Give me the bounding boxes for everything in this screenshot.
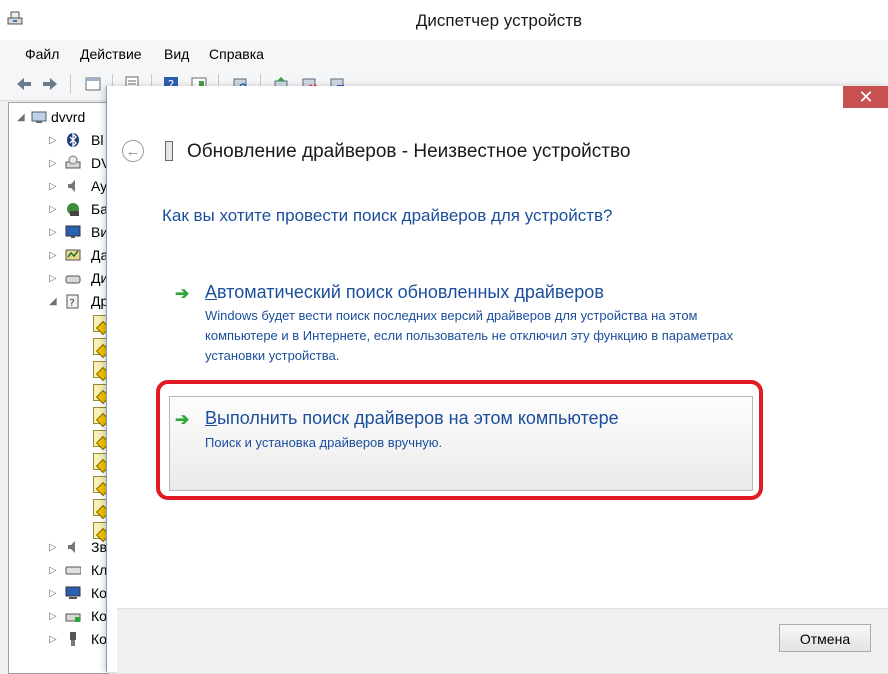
- computer-icon: [65, 586, 81, 599]
- tree-item-label: Зв: [91, 539, 107, 555]
- expand-triangle-icon[interactable]: ▷: [49, 159, 59, 169]
- title-bar: Диспетчер устройств: [0, 0, 888, 40]
- tree-item-dvd[interactable]: ▷ DV: [9, 153, 110, 175]
- computer-icon: [31, 111, 47, 123]
- collapse-triangle-icon[interactable]: ◢: [49, 297, 59, 307]
- expand-triangle-icon[interactable]: ▷: [49, 136, 59, 146]
- manual-search-content[interactable]: ➔ Выполнить поиск драйверов на этом комп…: [165, 408, 799, 468]
- tree-item-computer[interactable]: ▷ Ко: [9, 583, 109, 605]
- dialog-footer: Отмена: [117, 608, 888, 673]
- expand-triangle-icon[interactable]: ▷: [49, 251, 59, 261]
- warning-device-icon[interactable]: [93, 361, 107, 378]
- keyboard-icon: [65, 566, 81, 575]
- menu-bar: Файл Действие Вид Справка: [0, 40, 888, 68]
- warning-device-icon[interactable]: [93, 384, 107, 401]
- toolbar-separator: [70, 74, 71, 94]
- tree-item-bluetooth[interactable]: ▷ Bl: [9, 130, 109, 152]
- warning-device-icon[interactable]: [93, 499, 107, 516]
- forward-arrow-icon[interactable]: [41, 75, 59, 93]
- update-driver-dialog: ✕ ← Обновление драйверов - Неизвестное у…: [106, 86, 888, 673]
- manual-search-title[interactable]: Выполнить поиск драйверов на этом компью…: [205, 408, 619, 429]
- close-button[interactable]: ✕: [843, 86, 888, 108]
- speaker-icon: [68, 541, 75, 553]
- manual-search-access-key: В: [205, 408, 218, 428]
- tree-item-label: Ко: [91, 608, 107, 624]
- expand-triangle-icon[interactable]: ▷: [49, 228, 59, 238]
- tree-item-sound[interactable]: ▷ Зв: [9, 537, 109, 559]
- tree-item-disks[interactable]: ▷ Ди: [9, 268, 109, 290]
- disk-drive-icon: [65, 275, 81, 284]
- warning-device-icon[interactable]: [93, 315, 107, 332]
- green-arrow-icon: ➔: [175, 284, 190, 303]
- sensor-icon: [65, 249, 81, 261]
- tree-item-label: Ау: [91, 178, 108, 194]
- menu-file[interactable]: Файл: [25, 46, 59, 62]
- menu-view[interactable]: Вид: [164, 46, 189, 62]
- tree-item-controllers[interactable]: ▷ Ко: [9, 606, 109, 628]
- expand-triangle-icon[interactable]: ▷: [49, 635, 59, 645]
- dvd-drive-icon: [65, 155, 81, 169]
- unknown-device-icon: ?: [66, 294, 79, 309]
- tree-item-audio[interactable]: ▷ Ау: [9, 176, 109, 198]
- back-arrow-icon[interactable]: ←: [122, 140, 144, 162]
- cancel-button[interactable]: Отмена: [779, 624, 871, 652]
- expand-triangle-icon[interactable]: ▷: [49, 274, 59, 284]
- expand-triangle-icon[interactable]: ▷: [49, 543, 59, 553]
- tree-item-usb-controllers[interactable]: ▷ Ко: [9, 629, 109, 651]
- battery-icon: [67, 203, 79, 216]
- speaker-icon: [68, 180, 75, 192]
- tree-root[interactable]: ◢ dvvrd: [9, 107, 109, 129]
- auto-search-access-key: А: [205, 282, 218, 302]
- storage-controller-icon: [65, 613, 81, 622]
- usb-icon: [70, 632, 76, 646]
- window-title: Диспетчер устройств: [415, 11, 583, 30]
- warning-device-icon[interactable]: [93, 476, 107, 493]
- manual-search-title-rest: ыполнить поиск драйверов на этом компьют…: [217, 408, 619, 428]
- warning-device-icon[interactable]: [93, 338, 107, 355]
- expand-triangle-icon[interactable]: ▷: [49, 566, 59, 576]
- device-icon: [165, 141, 173, 161]
- tree-item-other-devices[interactable]: ◢ ? Др: [9, 291, 109, 313]
- tree-item-sensors[interactable]: ▷ Да: [9, 245, 109, 267]
- tree-item-label: Ко: [91, 631, 107, 647]
- tree-item-label: Кл: [91, 562, 108, 578]
- expand-triangle-icon[interactable]: ▷: [49, 182, 59, 192]
- monitor-icon: [65, 225, 81, 238]
- dialog-title: Обновление драйверов - Неизвестное устро…: [187, 141, 631, 162]
- device-tree: ◢ dvvrd ▷ Bl ▷ DV ▷ Ау ▷ Ба ▷ Ви ▷ Да ▷ …: [8, 102, 110, 674]
- expand-triangle-icon[interactable]: ▷: [49, 589, 59, 599]
- warning-device-icon[interactable]: [93, 407, 107, 424]
- auto-search-title[interactable]: Автоматический поиск обновленных драйвер…: [205, 282, 604, 303]
- warning-device-icon[interactable]: [93, 430, 107, 447]
- dialog-question: Как вы хотите провести поиск драйверов д…: [162, 206, 613, 225]
- auto-search-description: Windows будет вести поиск последних верс…: [205, 308, 734, 363]
- tree-item-label: Bl: [91, 132, 104, 148]
- back-arrow-icon[interactable]: [15, 75, 33, 93]
- menu-action[interactable]: Действие: [80, 46, 142, 62]
- tree-item-label: Ко: [91, 585, 107, 601]
- tree-item-video[interactable]: ▷ Ви: [9, 222, 109, 244]
- auto-search-option[interactable]: ➔ Автоматический поиск обновленных драйв…: [165, 282, 799, 363]
- menu-help[interactable]: Справка: [209, 46, 264, 62]
- bluetooth-icon: [67, 132, 79, 148]
- window-left-edge: [0, 102, 8, 672]
- warning-device-icon[interactable]: [93, 453, 107, 470]
- svg-text:?: ?: [69, 298, 74, 309]
- expand-triangle-icon[interactable]: ▷: [49, 205, 59, 215]
- manual-search-description: Поиск и установка драйверов вручную.: [205, 435, 443, 450]
- tree-item-keyboards[interactable]: ▷ Кл: [9, 560, 109, 582]
- tree-item-battery[interactable]: ▷ Ба: [9, 199, 109, 221]
- properties-icon[interactable]: [84, 75, 102, 93]
- tree-root-label: dvvrd: [51, 109, 86, 125]
- green-arrow-icon: ➔: [175, 410, 190, 429]
- auto-search-title-rest: втоматический поиск обновленных драйверо…: [217, 282, 604, 302]
- collapse-triangle-icon[interactable]: ◢: [17, 113, 27, 123]
- expand-triangle-icon[interactable]: ▷: [49, 612, 59, 622]
